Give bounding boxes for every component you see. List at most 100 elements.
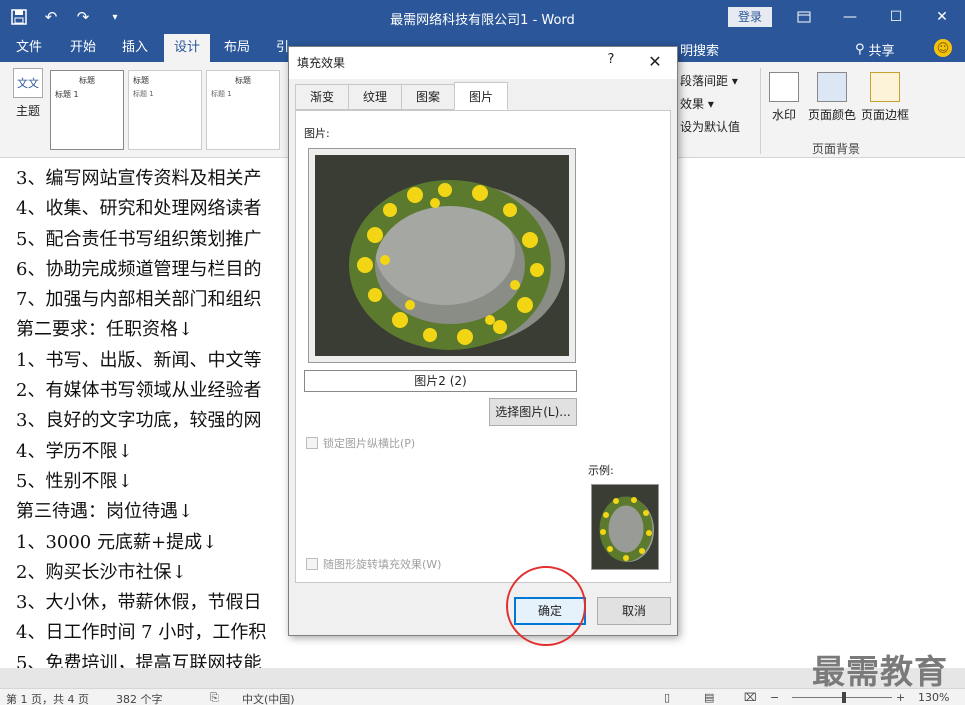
help-button[interactable]: ? <box>601 52 621 67</box>
dialog-tabs: 渐变 纹理 图案 图片 <box>295 82 509 110</box>
page-borders-icon <box>870 72 900 102</box>
doc-line: 4、学历不限↓ <box>16 440 133 462</box>
doc-line: 3、良好的文字功底，较强的网 <box>16 410 262 432</box>
sample-preview <box>591 484 659 570</box>
customize-qat-icon[interactable]: ▾ <box>104 6 126 28</box>
watermark-button[interactable]: 水印 <box>768 72 800 123</box>
style-thumb-head: 标题 <box>133 76 149 85</box>
themes-button[interactable]: 文文 主题 <box>8 68 48 119</box>
proofing-icon[interactable]: ⎘ <box>210 691 219 705</box>
brand-watermark: 最需教育 <box>812 652 948 691</box>
style-thumb-sub: 标题 1 <box>211 90 232 98</box>
picture-name-field: 图片2 (2) <box>304 370 577 392</box>
select-picture-button[interactable]: 选择图片(L)... <box>489 398 577 426</box>
document-body[interactable]: 3、编写网站宣传资料及相关产 4、收集、研究和处理网络读者 5、配合责任书写组织… <box>16 164 266 668</box>
watermark-icon <box>769 72 799 102</box>
watermark-label: 水印 <box>771 108 796 122</box>
doc-line: 5、配合责任书写组织策划推广 <box>16 228 262 250</box>
doc-line: 6、协助完成频道管理与栏目的 <box>16 258 262 280</box>
doc-line: 2、有媒体书写领域从业经验者 <box>16 380 262 402</box>
style-thumb-sub: 标题 1 <box>133 90 154 98</box>
language-indicator[interactable]: 中文(中国) <box>242 691 295 705</box>
themes-icon: 文文 <box>13 68 43 98</box>
doc-line: 7、加强与内部相关部门和组织 <box>16 289 262 311</box>
doc-line: 3、编写网站宣传资料及相关产 <box>16 168 262 189</box>
window-controls: — ☐ ✕ <box>781 0 965 34</box>
highlight-circle <box>506 566 586 646</box>
doc-line: 4、日工作时间 7 小时，工作积 <box>16 622 267 644</box>
page-borders-button[interactable]: 页面边框 <box>859 72 911 123</box>
paragraph-spacing-button[interactable]: 段落间距 ▾ <box>680 70 740 93</box>
page-color-button[interactable]: 页面颜色 <box>806 72 858 123</box>
person-icon: ⚲ <box>855 42 865 57</box>
doc-line: 第三待遇：岗位待遇↓ <box>16 501 194 523</box>
rotate-with-shape-checkbox[interactable]: 随图形旋转填充效果(W) <box>306 556 441 572</box>
tab-home[interactable]: 开始 <box>60 34 106 62</box>
lock-aspect-ratio-label: 锁定图片纵横比(P) <box>323 437 416 450</box>
picture-tab-panel: 图片: 图片2 (2) 选择图片(L)... 锁定图片纵横比(P) 示例: 随图… <box>295 110 671 583</box>
tab-picture[interactable]: 图片 <box>454 82 509 110</box>
dialog-close-button[interactable]: ✕ <box>641 50 669 74</box>
doc-line: 2、购买长沙市社保↓ <box>16 561 187 583</box>
zoom-out-button[interactable]: − <box>770 691 779 704</box>
style-thumb-head: 标题 <box>79 76 95 85</box>
dialog-title: 填充效果 <box>297 56 346 70</box>
flower-wreath-image <box>315 155 569 356</box>
dialog-title-bar: 填充效果 ? ✕ <box>289 47 677 79</box>
doc-line: 5、性别不限↓ <box>16 470 133 492</box>
read-mode-icon[interactable]: ▯ <box>664 691 670 704</box>
doc-line: 5、免费培训，提高互联网技能 <box>16 652 262 668</box>
cancel-button[interactable]: 取消 <box>597 597 671 625</box>
style-thumb[interactable]: 标题 标题 1 <box>50 70 124 150</box>
checkbox-box <box>306 558 318 570</box>
maximize-icon[interactable]: ☐ <box>873 0 919 34</box>
ribbon-separator <box>760 68 761 154</box>
tab-gradient[interactable]: 渐变 <box>295 84 350 110</box>
doc-line: 1、3000 元底薪+提成↓ <box>16 531 218 553</box>
page-count[interactable]: 第 1 页，共 4 页 <box>6 691 89 705</box>
page-background-group-label: 页面背景 <box>812 142 861 156</box>
tab-pattern[interactable]: 图案 <box>401 84 456 110</box>
style-set-gallery: 标题 标题 1 标题 标题 1 标题 标题 1 <box>50 70 288 150</box>
tab-texture[interactable]: 纹理 <box>348 84 403 110</box>
status-bar: 第 1 页，共 4 页 382 个字 ⎘ 中文(中国) ▯ ▤ ⌧ − + 13… <box>0 688 965 705</box>
tell-me-search[interactable]: 明搜索 <box>680 40 719 59</box>
zoom-in-button[interactable]: + <box>896 691 905 704</box>
quick-access-toolbar: ↶ ↷ ▾ <box>8 6 126 28</box>
fill-effects-dialog: 填充效果 ? ✕ 渐变 纹理 图案 图片 图片: 图片2 (2) 选择图片(L)… <box>288 46 678 636</box>
doc-line: 4、收集、研究和处理网络读者 <box>16 198 262 220</box>
print-layout-icon[interactable]: ▤ <box>704 691 714 704</box>
style-thumb[interactable]: 标题 标题 1 <box>128 70 202 150</box>
login-button[interactable]: 登录 <box>728 7 772 27</box>
tab-insert[interactable]: 插入 <box>112 34 158 62</box>
doc-line: 3、大小休，带薪休假，节假日 <box>16 592 262 614</box>
zoom-slider-thumb[interactable] <box>842 692 846 703</box>
web-layout-icon[interactable]: ⌧ <box>744 691 757 704</box>
style-thumb[interactable]: 标题 标题 1 <box>206 70 280 150</box>
smiley-feedback-icon[interactable]: ☺ <box>934 39 952 57</box>
close-icon[interactable]: ✕ <box>919 0 965 34</box>
themes-label: 主题 <box>15 104 40 118</box>
picture-label: 图片: <box>304 127 330 140</box>
checkbox-box <box>306 437 318 449</box>
zoom-level[interactable]: 130% <box>918 691 949 704</box>
undo-icon[interactable]: ↶ <box>40 6 62 28</box>
style-thumb-sub: 标题 1 <box>55 90 79 99</box>
share-button[interactable]: ⚲ 共享 <box>855 40 895 59</box>
ribbon-display-options-icon[interactable] <box>781 0 827 34</box>
style-thumb-head: 标题 <box>235 76 251 85</box>
tab-file[interactable]: 文件 <box>6 34 52 62</box>
lock-aspect-ratio-checkbox[interactable]: 锁定图片纵横比(P) <box>306 435 415 451</box>
effects-button[interactable]: 效果 ▾ <box>680 93 740 116</box>
tab-layout[interactable]: 布局 <box>214 34 260 62</box>
save-icon[interactable] <box>8 6 30 28</box>
doc-line: 1、书写、出版、新闻、中文等 <box>16 349 262 371</box>
picture-preview <box>308 148 576 363</box>
doc-line: 第二要求：任职资格↓ <box>16 319 194 341</box>
tab-design[interactable]: 设计 <box>164 34 211 62</box>
redo-icon[interactable]: ↷ <box>72 6 94 28</box>
minimize-icon[interactable]: — <box>827 0 873 34</box>
word-count[interactable]: 382 个字 <box>116 691 163 705</box>
rotate-with-shape-label: 随图形旋转填充效果(W) <box>323 558 442 571</box>
set-as-default-button[interactable]: 设为默认值 <box>680 116 740 139</box>
